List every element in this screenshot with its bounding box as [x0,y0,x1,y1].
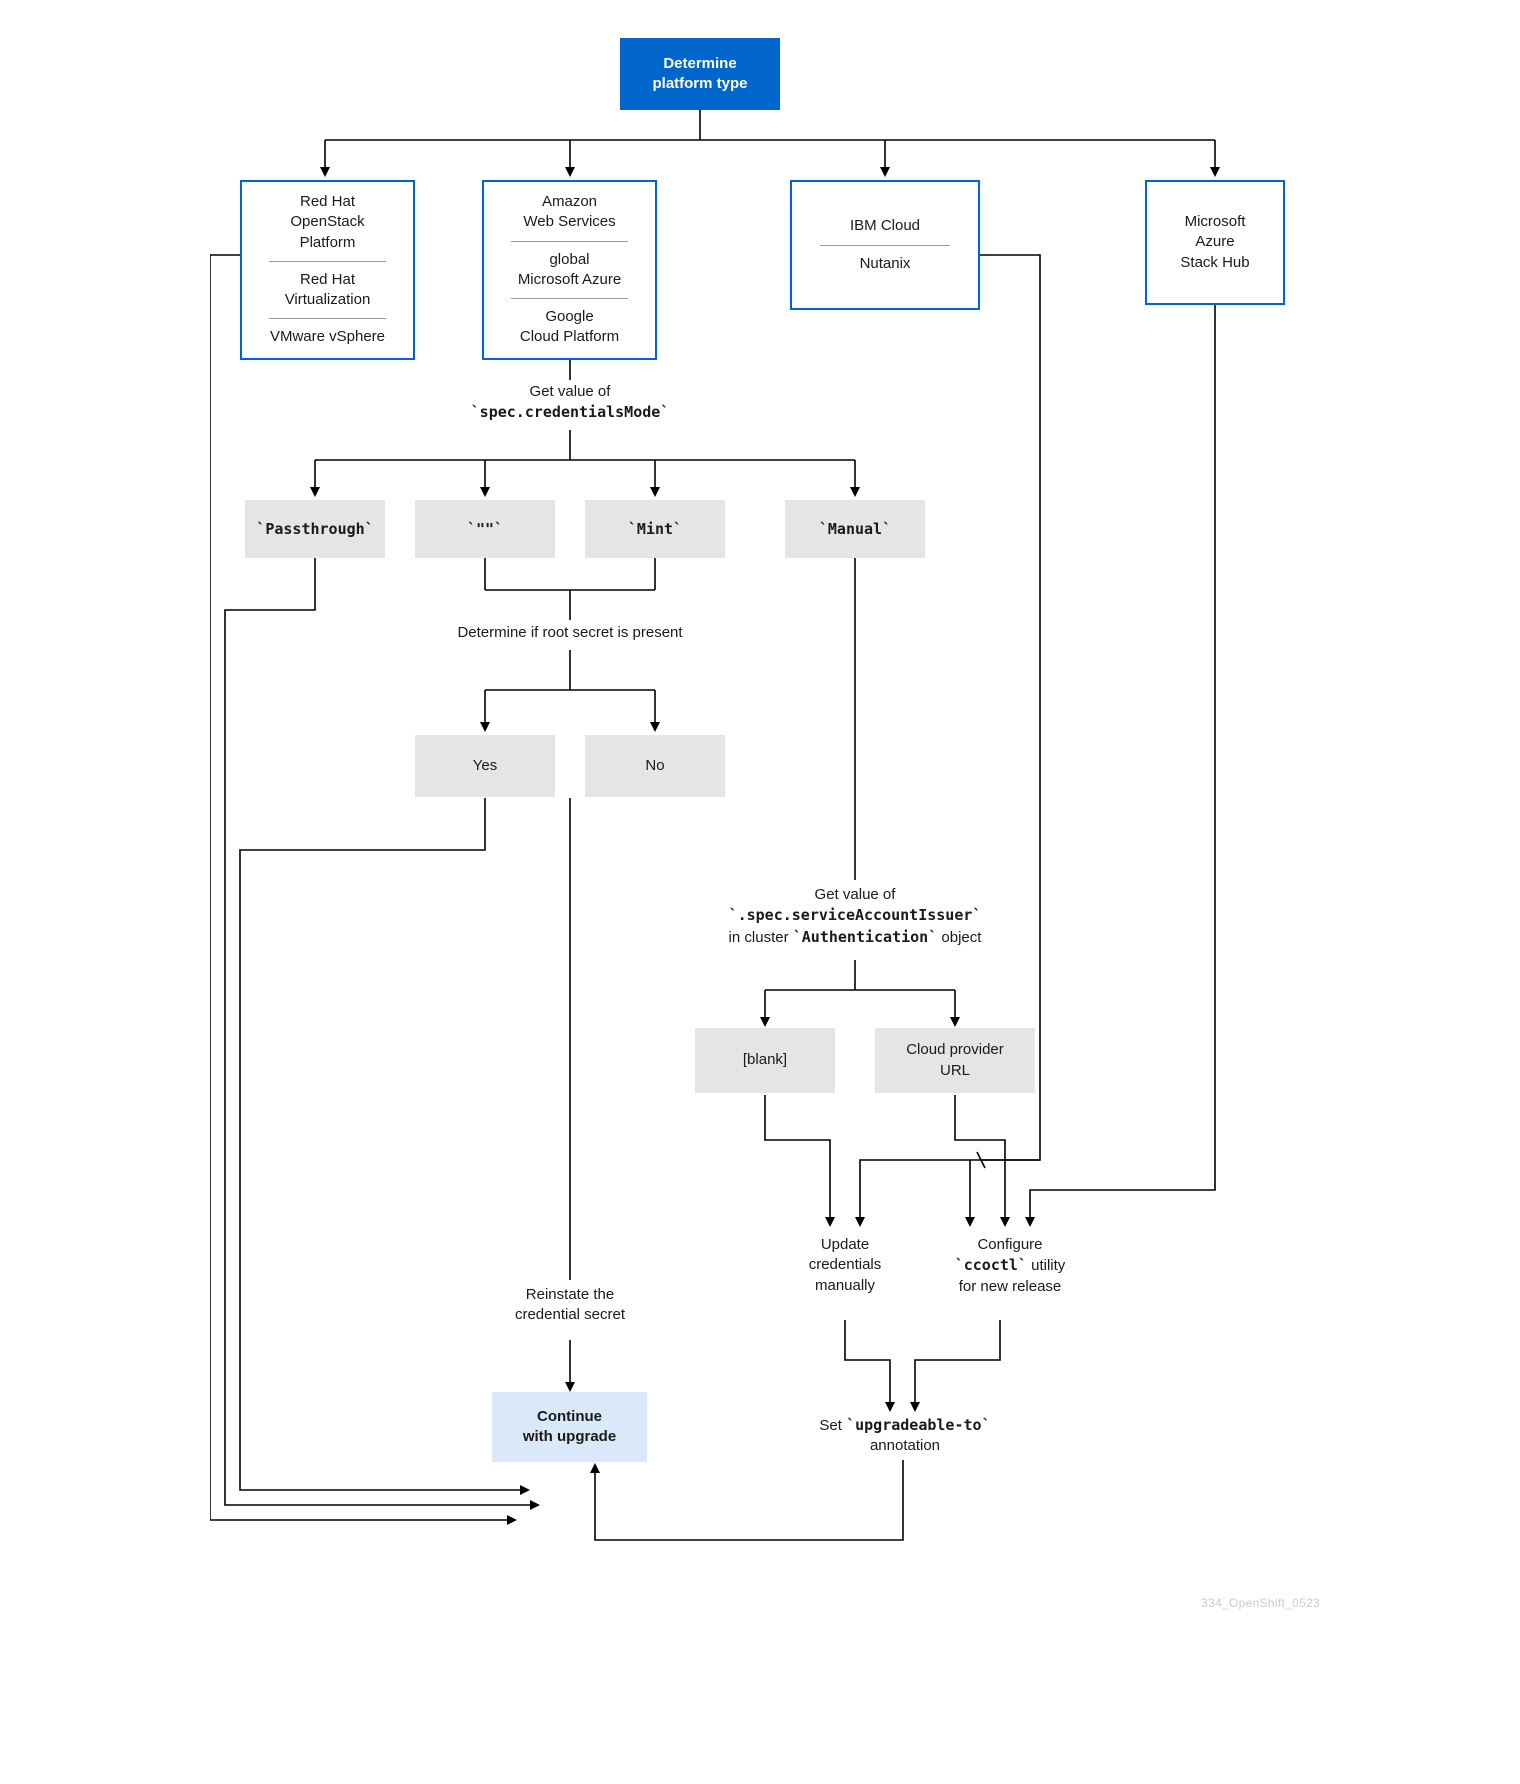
flowchart-canvas: Determine platform type Red Hat OpenStac… [210,30,1310,1710]
watermark: 334_OpenShift_0523 [1201,1596,1320,1610]
platform-aws-azure-gcp: Amazon Web Services global Microsoft Azu… [482,180,657,360]
label-update-creds: Update credentials manually [785,1235,905,1296]
mode-passthrough: `Passthrough` [245,500,385,558]
start-line2: platform type [652,74,747,94]
platform-ibm-nutanix: IBM Cloud Nutanix [790,180,980,310]
sai-blank: [blank] [695,1028,835,1093]
label-get-cred-mode: Get value of `spec.credentialsMode` [460,382,680,424]
start-node: Determine platform type [620,38,780,110]
label-configure-ccoctl: Configure `ccoctl` utility for new relea… [930,1235,1090,1297]
root-secret-no: No [585,735,725,797]
mode-manual: `Manual` [785,500,925,558]
label-reinstate: Reinstate the credential secret [495,1285,645,1326]
mode-empty: `""` [415,500,555,558]
label-root-secret: Determine if root secret is present [440,623,700,643]
label-set-upgradeable: Set `upgradeable-to` annotation [800,1415,1010,1457]
label-sai: Get value of `.spec.serviceAccountIssuer… [700,885,1010,948]
sai-url: Cloud provider URL [875,1028,1035,1093]
mode-mint: `Mint` [585,500,725,558]
continue-upgrade: Continue with upgrade [492,1392,647,1462]
platform-redhat: Red Hat OpenStack Platform Red Hat Virtu… [240,180,415,360]
root-secret-yes: Yes [415,735,555,797]
start-line1: Determine [663,54,736,74]
platform-azurestack: Microsoft Azure Stack Hub [1145,180,1285,305]
